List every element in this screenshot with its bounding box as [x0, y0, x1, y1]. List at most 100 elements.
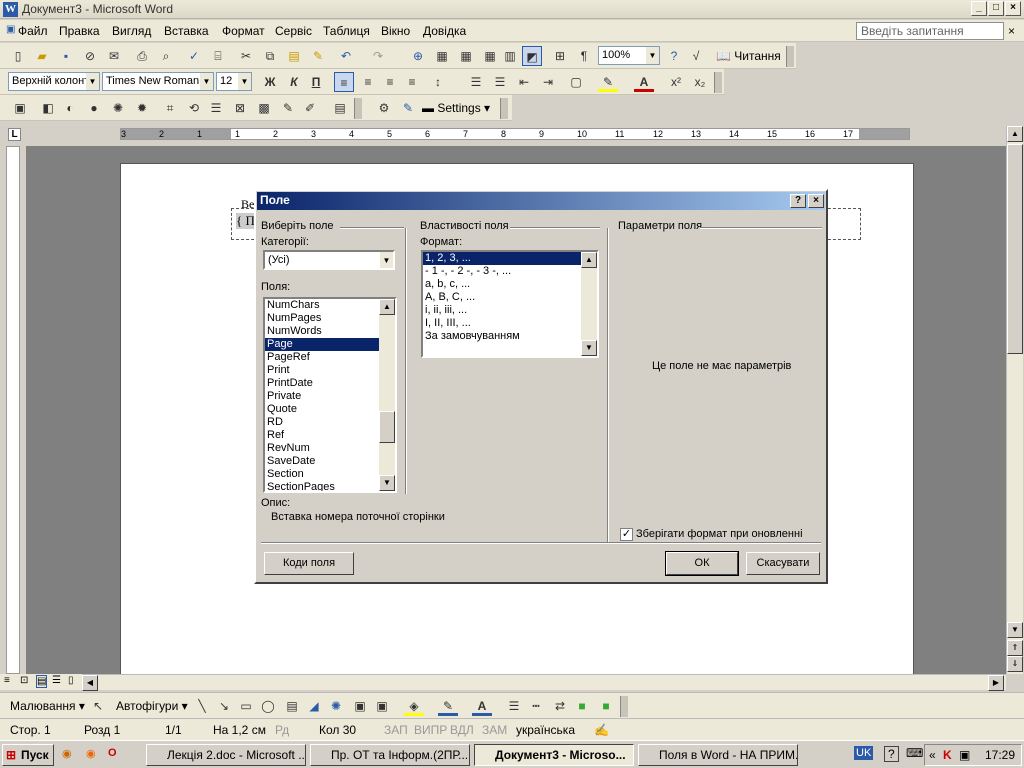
show-formatting-icon[interactable]: ¶	[574, 46, 594, 66]
help-tray-icon[interactable]: ?	[884, 746, 899, 762]
insert-excel-icon[interactable]: ▦	[480, 46, 500, 66]
field-list-item[interactable]: RevNum	[265, 442, 379, 455]
font-color-icon[interactable]: A	[634, 72, 654, 92]
rectangle-icon[interactable]: ▭	[236, 696, 256, 716]
format-list[interactable]: 1, 2, 3, ... - 1 -, - 2 -, - 3 -, ... a, b…	[421, 250, 599, 358]
font-combo[interactable]: Times New Roman ▼	[102, 72, 214, 91]
field-codes-button[interactable]: Коди поля	[264, 552, 354, 575]
fill-color-icon[interactable]: ◈	[404, 696, 424, 716]
format-list-item[interactable]: A, B, C, ...	[423, 291, 581, 304]
text-wrap-icon[interactable]: ▩	[254, 98, 274, 118]
arrow-icon[interactable]: ↘	[214, 696, 234, 716]
taskbar-task[interactable]: Поля в Word - НА ПРИМ...	[638, 744, 798, 766]
reset-picture-icon[interactable]: ▤	[330, 98, 350, 118]
format-list-item[interactable]: i, ii, iii, ...	[423, 304, 581, 317]
preserve-format-label[interactable]: Зберігати формат при оновленні	[636, 528, 803, 540]
less-contrast-icon[interactable]: ●	[84, 98, 104, 118]
menu-insert[interactable]: Вставка	[164, 24, 209, 38]
rotate-icon[interactable]: ⟲	[184, 98, 204, 118]
email-icon[interactable]: ✉	[104, 46, 124, 66]
ok-button[interactable]: ОК	[665, 551, 739, 576]
field-list-item[interactable]: Page	[265, 338, 379, 351]
field-list-item[interactable]: Private	[265, 390, 379, 403]
3d-icon[interactable]: ■	[596, 696, 616, 716]
field-code[interactable]: { П	[236, 213, 255, 229]
line-color-icon[interactable]: ✎	[438, 696, 458, 716]
save-icon[interactable]: ▪	[56, 46, 76, 66]
close-doc-icon[interactable]: ×	[1008, 24, 1015, 38]
subscript-icon[interactable]: x₂	[690, 72, 710, 92]
preserve-format-checkbox[interactable]: ✓	[620, 528, 633, 541]
spelling-icon[interactable]: ✓	[184, 46, 204, 66]
menu-table[interactable]: Таблиця	[323, 24, 370, 38]
menu-edit[interactable]: Правка	[59, 24, 100, 38]
style-combo[interactable]: Верхній колонт ▼	[8, 72, 100, 91]
firefox-icon[interactable]: ◉	[86, 747, 96, 760]
tables-borders-icon[interactable]: ▦	[432, 46, 452, 66]
toolbar-grip[interactable]	[714, 72, 722, 93]
more-brightness-icon[interactable]: ✺	[108, 98, 128, 118]
align-right-icon[interactable]: ≡	[380, 72, 400, 92]
field-list-item[interactable]: Quote	[265, 403, 379, 416]
align-center-icon[interactable]: ≡	[358, 72, 378, 92]
shadow-icon[interactable]: ■	[572, 696, 592, 716]
decrease-indent-icon[interactable]: ⇤	[514, 72, 534, 92]
bold-button[interactable]: Ж	[260, 72, 280, 92]
menu-file[interactable]: Файл	[18, 24, 48, 38]
maximize-button[interactable]: □	[988, 1, 1004, 16]
justify-icon[interactable]: ≡	[402, 72, 422, 92]
format-picture-icon[interactable]: ✎	[278, 98, 298, 118]
format-list-item[interactable]: За замовчуванням	[423, 330, 581, 343]
horizontal-ruler[interactable]: 3 2 1 1 2 3 4 5 6 7 8 9 10 11 12 13 14 15 16 17	[120, 128, 910, 140]
dash-style-icon[interactable]: ┅	[526, 696, 546, 716]
ask-question-input[interactable]: Введіть запитання	[856, 22, 1004, 40]
reading-button[interactable]: 📖 Читання	[716, 49, 781, 63]
menu-window[interactable]: Вікно	[381, 24, 410, 38]
opera-icon[interactable]: O	[108, 747, 117, 759]
document-map-icon[interactable]: ⊞	[550, 46, 570, 66]
format-list-item[interactable]: - 1 -, - 2 -, - 3 -, ...	[423, 265, 581, 278]
numbering-icon[interactable]: ☰	[466, 72, 486, 92]
font-color-draw-icon[interactable]: A	[472, 696, 492, 716]
zoom-combo[interactable]: 100% ▼	[598, 46, 660, 65]
menu-help[interactable]: Довідка	[423, 24, 466, 38]
prev-page-icon[interactable]: ⇑	[1007, 640, 1023, 656]
drawing-menu[interactable]: Малювання ▾	[10, 699, 85, 713]
toolbar-grip[interactable]	[786, 46, 794, 67]
field-list-item[interactable]: NumChars	[265, 299, 379, 312]
clipart-icon[interactable]: ▣	[350, 696, 370, 716]
network-icon[interactable]: ▣	[959, 748, 970, 762]
doc-icon[interactable]: ▣	[6, 24, 15, 35]
toolbar-grip[interactable]	[500, 98, 508, 119]
quicklaunch-icon[interactable]: ◉	[62, 747, 72, 760]
menu-format[interactable]: Формат	[222, 24, 265, 38]
toolbar-grip[interactable]	[354, 98, 362, 119]
more-contrast-icon[interactable]: ◐	[60, 98, 80, 118]
categories-select[interactable]: (Усі) ▼	[263, 250, 395, 270]
status-trk[interactable]: ВИПР	[414, 723, 447, 737]
start-button[interactable]: ⊞ Пуск	[2, 744, 54, 766]
format-list-item[interactable]: 1, 2, 3, ...	[423, 252, 581, 265]
language-indicator[interactable]: UK	[854, 746, 874, 760]
arrow-style-icon[interactable]: ⇄	[550, 696, 570, 716]
open-icon[interactable]: ▰	[32, 46, 52, 66]
status-ext[interactable]: ВДЛ	[450, 723, 474, 737]
compress-icon[interactable]: ⊠	[230, 98, 250, 118]
taskbar-task[interactable]: Лекція 2.doc - Microsoft ...	[146, 744, 306, 766]
help-icon[interactable]: ?	[664, 46, 684, 66]
crop-icon[interactable]: ⌗	[160, 98, 180, 118]
font-size-combo[interactable]: 12 ▼	[216, 72, 252, 91]
menu-view[interactable]: Вигляд	[112, 24, 151, 38]
increase-indent-icon[interactable]: ⇥	[538, 72, 558, 92]
line-icon[interactable]: ╲	[192, 696, 212, 716]
picture-icon[interactable]: ▣	[372, 696, 392, 716]
field-list-item[interactable]: Print	[265, 364, 379, 377]
cancel-button[interactable]: Скасувати	[746, 552, 820, 575]
print-preview-icon[interactable]: ⌕	[156, 46, 176, 66]
cut-icon[interactable]: ✂	[236, 46, 256, 66]
line-style-draw-icon[interactable]: ☰	[504, 696, 524, 716]
clock[interactable]: 17:29	[985, 748, 1015, 762]
borders-icon[interactable]: ▢	[566, 72, 586, 92]
new-doc-icon[interactable]: ▯	[8, 46, 28, 66]
superscript-icon[interactable]: x²	[666, 72, 686, 92]
